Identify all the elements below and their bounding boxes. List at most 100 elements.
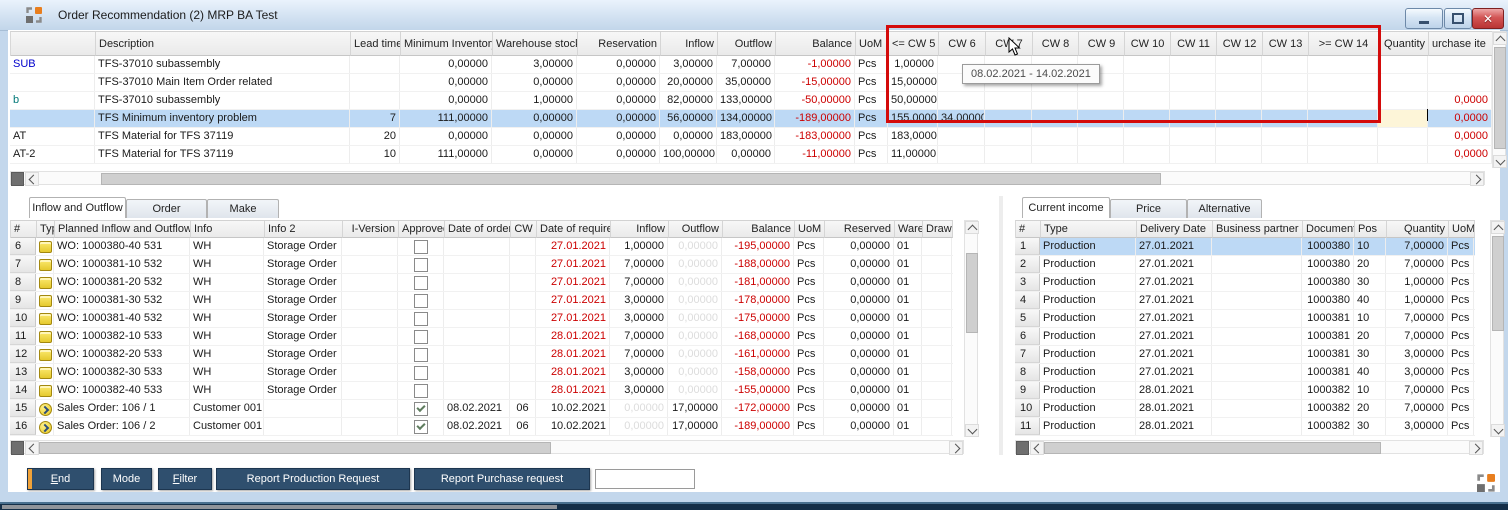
cell-type[interactable]: Production bbox=[1040, 238, 1136, 255]
cell-quantity[interactable] bbox=[1378, 128, 1428, 145]
column-header[interactable]: Warehouse stock bbox=[493, 32, 578, 56]
cell-drawing[interactable] bbox=[922, 310, 952, 327]
cell-cw[interactable] bbox=[510, 346, 536, 363]
cell-balance[interactable]: -168,00000 bbox=[722, 328, 794, 345]
cell-drawing[interactable] bbox=[922, 274, 952, 291]
cell-uom[interactable]: Pcs bbox=[794, 364, 824, 381]
column-header[interactable]: UoM bbox=[1449, 221, 1475, 238]
column-header[interactable]: Outflow bbox=[718, 32, 776, 56]
cell-icon[interactable] bbox=[36, 400, 54, 417]
cell-i_version[interactable] bbox=[342, 292, 398, 309]
table-row[interactable]: 8WO: 1000381-20 532WHStorage Order27.01.… bbox=[10, 274, 953, 292]
cell-cw-0[interactable]: 1,00000 bbox=[888, 56, 938, 73]
row-header[interactable]: 8 bbox=[10, 274, 36, 291]
cell-warehouse_stock[interactable]: 0,00000 bbox=[492, 146, 577, 163]
cell-icon[interactable] bbox=[36, 346, 54, 363]
cell-cw[interactable] bbox=[510, 256, 536, 273]
pane-splitter-handle[interactable] bbox=[11, 441, 24, 455]
cell-business_partner[interactable] bbox=[1212, 418, 1302, 435]
cell-date_of_order[interactable] bbox=[444, 328, 510, 345]
cell-quantity[interactable]: 1,00000 bbox=[1386, 292, 1448, 309]
cell-delivery_date[interactable]: 27.01.2021 bbox=[1136, 346, 1212, 363]
cell-uom[interactable]: Pcs bbox=[794, 382, 824, 399]
cell-cw-5[interactable] bbox=[1124, 92, 1170, 109]
column-header[interactable]: Document bbox=[1303, 221, 1355, 238]
cell-inflow[interactable]: 7,00000 bbox=[610, 328, 668, 345]
column-header[interactable]: Date of requiren bbox=[537, 221, 611, 238]
cell-uom[interactable]: Pcs bbox=[794, 256, 824, 273]
table-row[interactable]: 4Production27.01.20211000380401,00000Pcs bbox=[1015, 292, 1475, 310]
cell-i_version[interactable] bbox=[342, 400, 398, 417]
column-header[interactable]: Inflow bbox=[611, 221, 669, 238]
table-row[interactable]: 1Production27.01.20211000380107,00000Pcs bbox=[1015, 238, 1475, 256]
cell-cw-4[interactable] bbox=[1078, 146, 1124, 163]
table-row[interactable]: 11WO: 1000382-10 533WHStorage Order28.01… bbox=[10, 328, 953, 346]
cell-reserved[interactable]: 0,00000 bbox=[824, 238, 894, 255]
cell-quantity[interactable]: 1,00000 bbox=[1386, 274, 1448, 291]
cell-cw-0[interactable]: 155,00000 bbox=[888, 110, 938, 127]
cell-icon[interactable] bbox=[36, 382, 54, 399]
cell-info[interactable]: WH bbox=[190, 238, 264, 255]
column-header[interactable]: CW 9 bbox=[1079, 32, 1125, 56]
cell-cw[interactable]: 06 bbox=[510, 418, 536, 435]
cell-inflow[interactable]: 0,00000 bbox=[610, 400, 668, 417]
cell-quantity[interactable] bbox=[1378, 92, 1428, 109]
cell-date_req[interactable]: 27.01.2021 bbox=[536, 292, 610, 309]
cell-balance[interactable]: -189,00000 bbox=[775, 110, 855, 127]
table-row[interactable]: AT-2TFS Material for TFS 3711910111,0000… bbox=[10, 146, 1493, 164]
column-header[interactable]: Minimum Inventory bbox=[401, 32, 493, 56]
cell-uom[interactable]: Pcs bbox=[855, 110, 888, 127]
cell-business_partner[interactable] bbox=[1212, 274, 1302, 291]
cell-cw-7[interactable] bbox=[1216, 110, 1262, 127]
table-row[interactable]: 5Production27.01.20211000381107,00000Pcs bbox=[1015, 310, 1475, 328]
cell-outflow[interactable]: 17,00000 bbox=[668, 400, 722, 417]
cell-drawing[interactable] bbox=[922, 418, 952, 435]
bottom-right-vertical-scrollbar[interactable] bbox=[1490, 220, 1504, 437]
row-header[interactable]: 10 bbox=[1015, 400, 1040, 417]
cell-purchase_item[interactable] bbox=[1428, 56, 1492, 73]
cell-pos[interactable]: 10 bbox=[1354, 310, 1386, 327]
row-header[interactable]: 1 bbox=[1015, 238, 1040, 255]
cell-info2[interactable] bbox=[264, 418, 342, 435]
cell-reservation[interactable]: 0,00000 bbox=[577, 128, 660, 145]
tab-current-income[interactable]: Current income bbox=[1022, 197, 1110, 218]
row-header[interactable]: 7 bbox=[10, 256, 36, 273]
cell-approved[interactable] bbox=[398, 364, 444, 381]
cell-info2[interactable]: Storage Order bbox=[264, 328, 342, 345]
report-production-request-button[interactable]: Report Production Request bbox=[216, 468, 410, 490]
cell-purchase_item[interactable]: 0,0000 bbox=[1428, 146, 1492, 163]
cell-warehouse[interactable]: 01 bbox=[894, 364, 922, 381]
column-header[interactable]: Approved bbox=[399, 221, 445, 238]
cell-quantity[interactable]: 7,00000 bbox=[1386, 310, 1448, 327]
cell-delivery_date[interactable]: 27.01.2021 bbox=[1136, 274, 1212, 291]
approved-checkbox[interactable] bbox=[414, 276, 428, 290]
cell-reservation[interactable]: 0,00000 bbox=[577, 74, 660, 91]
cell-uom[interactable]: Pcs bbox=[794, 310, 824, 327]
cell-cw-9[interactable] bbox=[1308, 74, 1378, 91]
cell-date_of_order[interactable] bbox=[444, 364, 510, 381]
cell-info[interactable]: WH bbox=[190, 274, 264, 291]
cell-warehouse_stock[interactable]: 1,00000 bbox=[492, 92, 577, 109]
cell-cw-2[interactable] bbox=[985, 110, 1032, 127]
cell-planned[interactable]: WO: 1000381-30 532 bbox=[54, 292, 190, 309]
cell-cw-0[interactable]: 15,00000 bbox=[888, 74, 938, 91]
end-button[interactable]: End bbox=[27, 468, 94, 490]
cell-inflow[interactable]: 100,00000 bbox=[660, 146, 717, 163]
cell-icon[interactable] bbox=[36, 256, 54, 273]
tab-alternative[interactable]: Alternative bbox=[1187, 199, 1262, 218]
row-header[interactable]: 6 bbox=[10, 238, 36, 255]
cell-document[interactable]: 1000382 bbox=[1302, 400, 1354, 417]
cell-pos[interactable]: 30 bbox=[1354, 418, 1386, 435]
cell-inflow[interactable]: 3,00000 bbox=[610, 364, 668, 381]
cell-uom[interactable]: Pcs bbox=[855, 56, 888, 73]
cell-document[interactable]: 1000381 bbox=[1302, 364, 1354, 381]
column-header[interactable]: Outflow bbox=[669, 221, 723, 238]
column-header[interactable]: Info bbox=[191, 221, 265, 238]
cell-cw-2[interactable] bbox=[985, 92, 1032, 109]
cell-type[interactable]: Production bbox=[1040, 382, 1136, 399]
cell-balance[interactable]: -175,00000 bbox=[722, 310, 794, 327]
cell-date_of_order[interactable] bbox=[444, 256, 510, 273]
cell-reserved[interactable]: 0,00000 bbox=[824, 418, 894, 435]
cell-pos[interactable]: 40 bbox=[1354, 292, 1386, 309]
cell-inflow[interactable]: 3,00000 bbox=[610, 382, 668, 399]
